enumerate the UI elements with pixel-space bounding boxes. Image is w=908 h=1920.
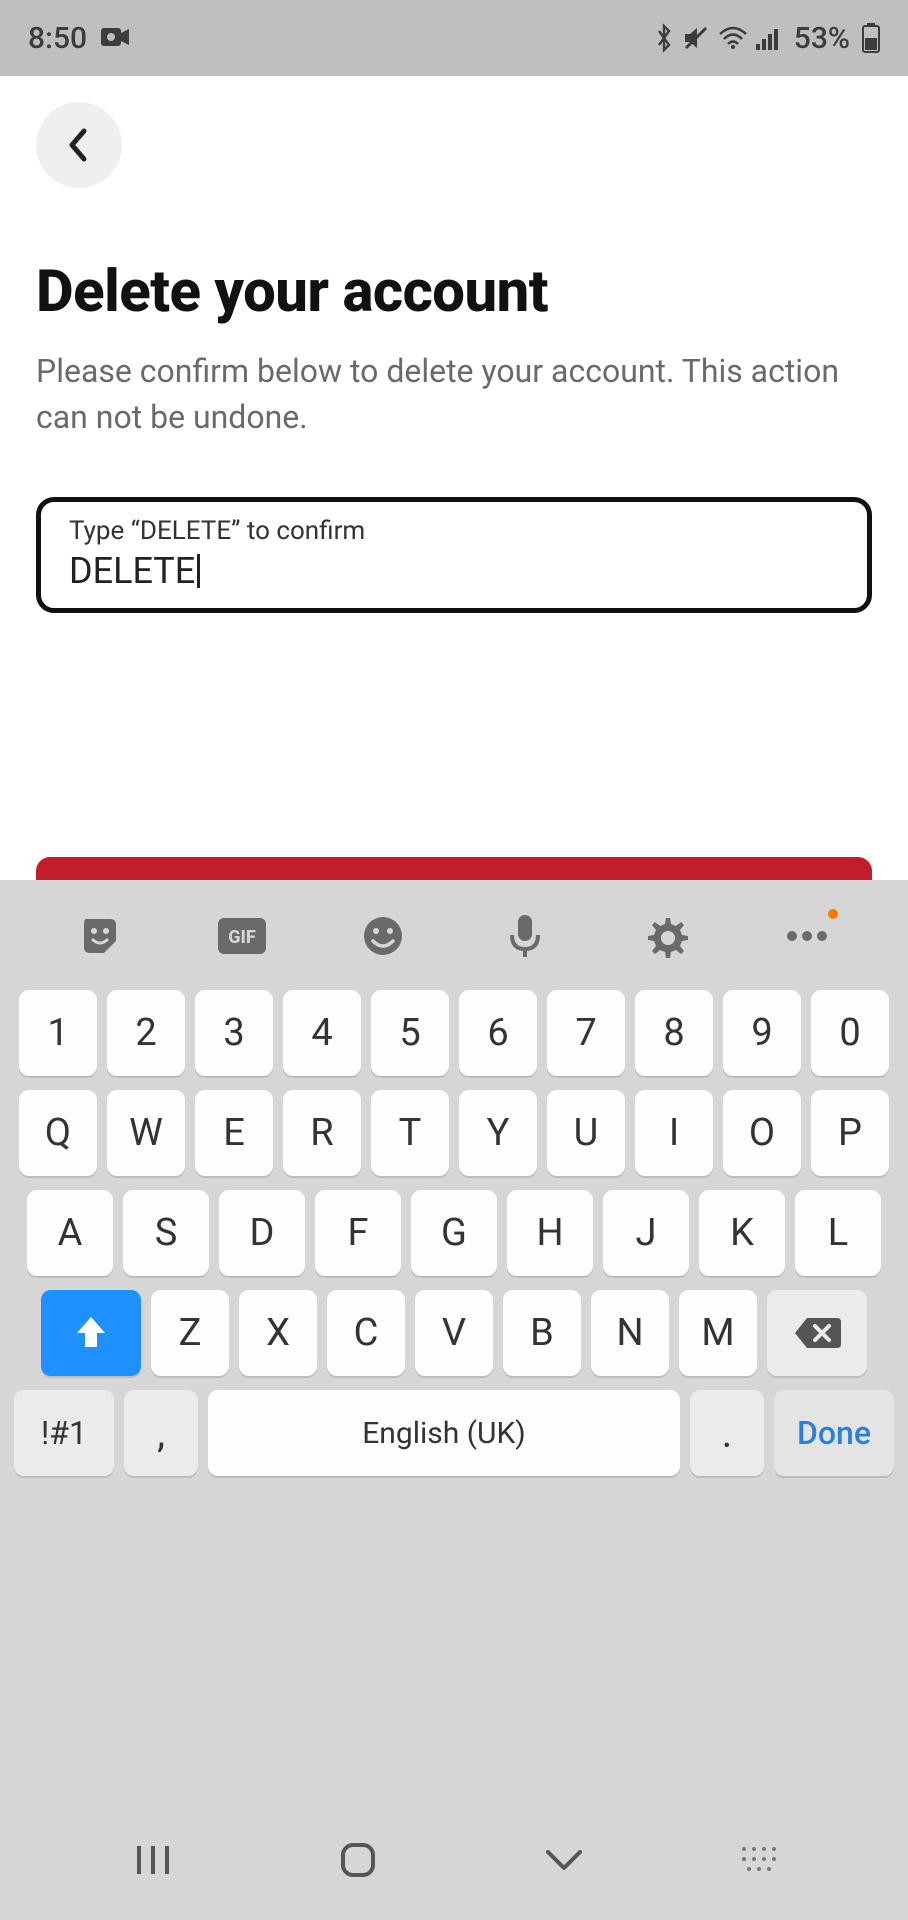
signal-icon bbox=[756, 26, 782, 50]
key-i[interactable]: I bbox=[635, 1090, 713, 1176]
mute-icon bbox=[682, 24, 710, 52]
keyboard-row-zxcv: Z X C V B N M bbox=[14, 1290, 894, 1376]
shift-up-icon bbox=[73, 1313, 109, 1353]
key-h[interactable]: H bbox=[507, 1190, 593, 1276]
app-content: Delete your account Please confirm below… bbox=[0, 76, 908, 957]
svg-text:GIF: GIF bbox=[228, 927, 256, 948]
nav-back[interactable] bbox=[534, 1830, 594, 1890]
status-left: 8:50 bbox=[28, 21, 131, 56]
text-caret bbox=[197, 554, 200, 588]
backspace-icon bbox=[793, 1316, 841, 1350]
page-title: Delete your account bbox=[36, 258, 872, 326]
key-comma[interactable]: , bbox=[124, 1390, 198, 1476]
key-r[interactable]: R bbox=[283, 1090, 361, 1176]
status-time: 8:50 bbox=[28, 21, 87, 56]
gear-icon[interactable] bbox=[641, 911, 691, 961]
key-f[interactable]: F bbox=[315, 1190, 401, 1276]
key-d[interactable]: D bbox=[219, 1190, 305, 1276]
key-shift[interactable] bbox=[41, 1290, 141, 1376]
key-space[interactable]: English (UK) bbox=[208, 1390, 680, 1476]
more-icon[interactable] bbox=[782, 911, 832, 961]
confirm-field-input[interactable]: DELETE bbox=[69, 550, 195, 592]
sticker-icon[interactable] bbox=[76, 911, 126, 961]
key-9[interactable]: 9 bbox=[723, 990, 801, 1076]
key-c[interactable]: C bbox=[327, 1290, 405, 1376]
key-w[interactable]: W bbox=[107, 1090, 185, 1176]
key-g[interactable]: G bbox=[411, 1190, 497, 1276]
nav-home[interactable] bbox=[328, 1830, 388, 1890]
key-o[interactable]: O bbox=[723, 1090, 801, 1176]
key-k[interactable]: K bbox=[699, 1190, 785, 1276]
keyboard-row-asdf: A S D F G H J K L bbox=[14, 1190, 894, 1276]
key-s[interactable]: S bbox=[123, 1190, 209, 1276]
key-p[interactable]: P bbox=[811, 1090, 889, 1176]
key-symbols[interactable]: !#1 bbox=[14, 1390, 114, 1476]
keyboard-row-qwerty: Q W E R T Y U I O P bbox=[14, 1090, 894, 1176]
battery-icon bbox=[862, 23, 880, 53]
mic-icon[interactable] bbox=[500, 911, 550, 961]
recents-icon bbox=[133, 1840, 173, 1880]
key-t[interactable]: T bbox=[371, 1090, 449, 1176]
key-m[interactable]: M bbox=[679, 1290, 757, 1376]
page-subtitle: Please confirm below to delete your acco… bbox=[36, 348, 872, 441]
nav-keyboard-switch[interactable] bbox=[739, 1837, 785, 1883]
chevron-down-icon bbox=[542, 1846, 586, 1874]
key-6[interactable]: 6 bbox=[459, 990, 537, 1076]
key-u[interactable]: U bbox=[547, 1090, 625, 1176]
key-a[interactable]: A bbox=[27, 1190, 113, 1276]
nav-recents[interactable] bbox=[123, 1830, 183, 1890]
emoji-icon[interactable] bbox=[358, 911, 408, 961]
key-v[interactable]: V bbox=[415, 1290, 493, 1376]
key-n[interactable]: N bbox=[591, 1290, 669, 1376]
key-7[interactable]: 7 bbox=[547, 990, 625, 1076]
key-4[interactable]: 4 bbox=[283, 990, 361, 1076]
key-y[interactable]: Y bbox=[459, 1090, 537, 1176]
key-q[interactable]: Q bbox=[19, 1090, 97, 1176]
key-j[interactable]: J bbox=[603, 1190, 689, 1276]
key-5[interactable]: 5 bbox=[371, 990, 449, 1076]
chevron-left-icon bbox=[64, 125, 94, 165]
notification-dot-icon bbox=[828, 909, 838, 919]
key-3[interactable]: 3 bbox=[195, 990, 273, 1076]
key-1[interactable]: 1 bbox=[19, 990, 97, 1076]
wifi-icon bbox=[718, 26, 748, 50]
keyboard: GIF 1 2 3 4 5 6 7 8 9 0 Q bbox=[0, 880, 908, 1920]
battery-percent: 53% bbox=[794, 21, 850, 56]
nav-bar bbox=[0, 1810, 908, 1920]
confirm-field-container[interactable]: Type “DELETE” to confirm DELETE bbox=[36, 497, 872, 613]
key-0[interactable]: 0 bbox=[811, 990, 889, 1076]
key-e[interactable]: E bbox=[195, 1090, 273, 1176]
key-backspace[interactable] bbox=[767, 1290, 867, 1376]
back-button[interactable] bbox=[36, 102, 122, 188]
key-l[interactable]: L bbox=[795, 1190, 881, 1276]
gif-icon[interactable]: GIF bbox=[217, 911, 267, 961]
video-record-icon bbox=[101, 21, 131, 56]
keyboard-row-numbers: 1 2 3 4 5 6 7 8 9 0 bbox=[14, 990, 894, 1076]
confirm-field-label: Type “DELETE” to confirm bbox=[69, 516, 839, 546]
key-b[interactable]: B bbox=[503, 1290, 581, 1376]
keyboard-toolbar: GIF bbox=[0, 898, 908, 982]
bluetooth-icon bbox=[654, 23, 674, 53]
key-x[interactable]: X bbox=[239, 1290, 317, 1376]
key-2[interactable]: 2 bbox=[107, 990, 185, 1076]
keyboard-grid-icon bbox=[740, 1845, 784, 1875]
keyboard-row-bottom: !#1 , English (UK) . Done bbox=[14, 1390, 894, 1476]
key-done[interactable]: Done bbox=[774, 1390, 894, 1476]
key-8[interactable]: 8 bbox=[635, 990, 713, 1076]
home-icon bbox=[337, 1839, 379, 1881]
key-period[interactable]: . bbox=[690, 1390, 764, 1476]
key-z[interactable]: Z bbox=[151, 1290, 229, 1376]
status-right: 53% bbox=[654, 21, 880, 56]
status-bar: 8:50 53% bbox=[0, 0, 908, 76]
